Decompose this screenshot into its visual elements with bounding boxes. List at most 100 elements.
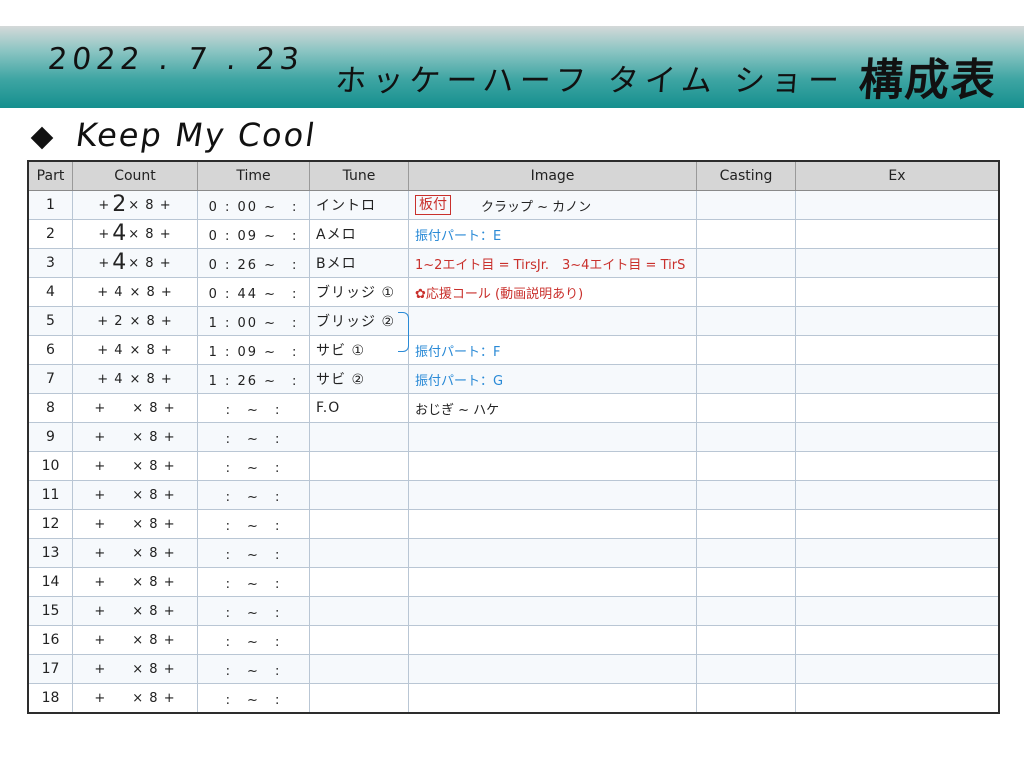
cell-image[interactable] [409, 626, 697, 654]
cell-tune[interactable]: F.O [310, 394, 409, 422]
cell-ex[interactable] [796, 336, 998, 364]
cell-time[interactable]: : ~ : [198, 655, 310, 683]
cell-ex[interactable] [796, 307, 998, 335]
cell-ex[interactable] [796, 655, 998, 683]
cell-casting[interactable] [697, 423, 796, 451]
cell-tune[interactable]: Aメロ [310, 220, 409, 248]
cell-count[interactable]: + × 8 + [73, 394, 198, 422]
cell-count[interactable]: + × 8 + [73, 626, 198, 654]
cell-tune[interactable] [310, 423, 409, 451]
cell-time[interactable]: : ~ : [198, 394, 310, 422]
cell-count[interactable]: + × 8 + [73, 510, 198, 538]
cell-count[interactable]: + 2 × 8 + [73, 307, 198, 335]
cell-ex[interactable] [796, 510, 998, 538]
cell-count[interactable]: + × 8 + [73, 452, 198, 480]
cell-casting[interactable] [697, 597, 796, 625]
cell-image[interactable] [409, 423, 697, 451]
cell-image[interactable]: 振付パート：E [409, 220, 697, 248]
cell-tune[interactable] [310, 684, 409, 712]
cell-casting[interactable] [697, 684, 796, 712]
cell-tune[interactable]: イントロ [310, 191, 409, 219]
cell-tune[interactable] [310, 510, 409, 538]
cell-tune[interactable] [310, 597, 409, 625]
cell-count[interactable]: +4 × 8 + [73, 220, 198, 248]
cell-time[interactable]: : ~ : [198, 510, 310, 538]
cell-time[interactable]: 0 : 00 ~ : [198, 191, 310, 219]
cell-count[interactable]: + × 8 + [73, 568, 198, 596]
cell-image[interactable] [409, 510, 697, 538]
cell-ex[interactable] [796, 597, 998, 625]
cell-count[interactable]: + × 8 + [73, 481, 198, 509]
cell-casting[interactable] [697, 452, 796, 480]
cell-image[interactable] [409, 597, 697, 625]
cell-count[interactable]: + 4 × 8 + [73, 278, 198, 306]
cell-ex[interactable] [796, 249, 998, 277]
cell-tune[interactable] [310, 539, 409, 567]
cell-time[interactable]: 0 : 09 ~ : [198, 220, 310, 248]
cell-tune[interactable]: ブリッジ ① [310, 278, 409, 306]
cell-tune[interactable]: サビ ① [310, 336, 409, 364]
cell-casting[interactable] [697, 191, 796, 219]
cell-image[interactable]: おじぎ ~ ハケ [409, 394, 697, 422]
cell-tune[interactable]: Bメロ [310, 249, 409, 277]
cell-tune[interactable] [310, 568, 409, 596]
cell-casting[interactable] [697, 481, 796, 509]
cell-casting[interactable] [697, 539, 796, 567]
cell-ex[interactable] [796, 365, 998, 393]
cell-casting[interactable] [697, 626, 796, 654]
cell-casting[interactable] [697, 307, 796, 335]
cell-count[interactable]: + × 8 + [73, 539, 198, 567]
cell-ex[interactable] [796, 423, 998, 451]
cell-tune[interactable] [310, 452, 409, 480]
cell-ex[interactable] [796, 278, 998, 306]
cell-casting[interactable] [697, 394, 796, 422]
cell-count[interactable]: + 4 × 8 + [73, 365, 198, 393]
cell-ex[interactable] [796, 452, 998, 480]
cell-time[interactable]: : ~ : [198, 684, 310, 712]
cell-image[interactable] [409, 684, 697, 712]
cell-image[interactable] [409, 655, 697, 683]
cell-image[interactable] [409, 539, 697, 567]
cell-count[interactable]: + × 8 + [73, 684, 198, 712]
cell-casting[interactable] [697, 365, 796, 393]
cell-count[interactable]: + × 8 + [73, 423, 198, 451]
cell-tune[interactable] [310, 481, 409, 509]
cell-count[interactable]: + × 8 + [73, 655, 198, 683]
cell-image[interactable] [409, 481, 697, 509]
cell-ex[interactable] [796, 684, 998, 712]
cell-tune[interactable] [310, 655, 409, 683]
cell-time[interactable]: 0 : 44 ~ : [198, 278, 310, 306]
cell-time[interactable]: 1 : 26 ~ : [198, 365, 310, 393]
cell-casting[interactable] [697, 220, 796, 248]
cell-time[interactable]: 1 : 00 ~ : [198, 307, 310, 335]
cell-time[interactable]: : ~ : [198, 626, 310, 654]
cell-image[interactable]: ✿応援コール (動画説明あり) [409, 278, 697, 306]
cell-ex[interactable] [796, 481, 998, 509]
cell-time[interactable]: : ~ : [198, 568, 310, 596]
cell-ex[interactable] [796, 191, 998, 219]
cell-casting[interactable] [697, 336, 796, 364]
cell-casting[interactable] [697, 510, 796, 538]
cell-tune[interactable]: サビ ② [310, 365, 409, 393]
cell-time[interactable]: 0 : 26 ~ : [198, 249, 310, 277]
cell-time[interactable]: : ~ : [198, 452, 310, 480]
cell-image[interactable]: 1~2エイト目 = TirsJr. 3~4エイト目 = TirS [409, 249, 697, 277]
cell-casting[interactable] [697, 655, 796, 683]
cell-time[interactable]: : ~ : [198, 597, 310, 625]
cell-count[interactable]: + × 8 + [73, 597, 198, 625]
cell-casting[interactable] [697, 278, 796, 306]
cell-ex[interactable] [796, 626, 998, 654]
cell-image[interactable]: 板付 クラップ ~ カノン [409, 191, 697, 219]
cell-time[interactable]: : ~ : [198, 481, 310, 509]
cell-image[interactable] [409, 452, 697, 480]
cell-ex[interactable] [796, 568, 998, 596]
cell-casting[interactable] [697, 249, 796, 277]
cell-time[interactable]: : ~ : [198, 423, 310, 451]
cell-time[interactable]: 1 : 09 ~ : [198, 336, 310, 364]
cell-ex[interactable] [796, 220, 998, 248]
cell-image[interactable]: 振付パート：F [409, 336, 697, 364]
cell-tune[interactable]: ブリッジ ② [310, 307, 409, 335]
cell-ex[interactable] [796, 539, 998, 567]
cell-image[interactable] [409, 307, 697, 335]
cell-count[interactable]: + 4 × 8 + [73, 336, 198, 364]
